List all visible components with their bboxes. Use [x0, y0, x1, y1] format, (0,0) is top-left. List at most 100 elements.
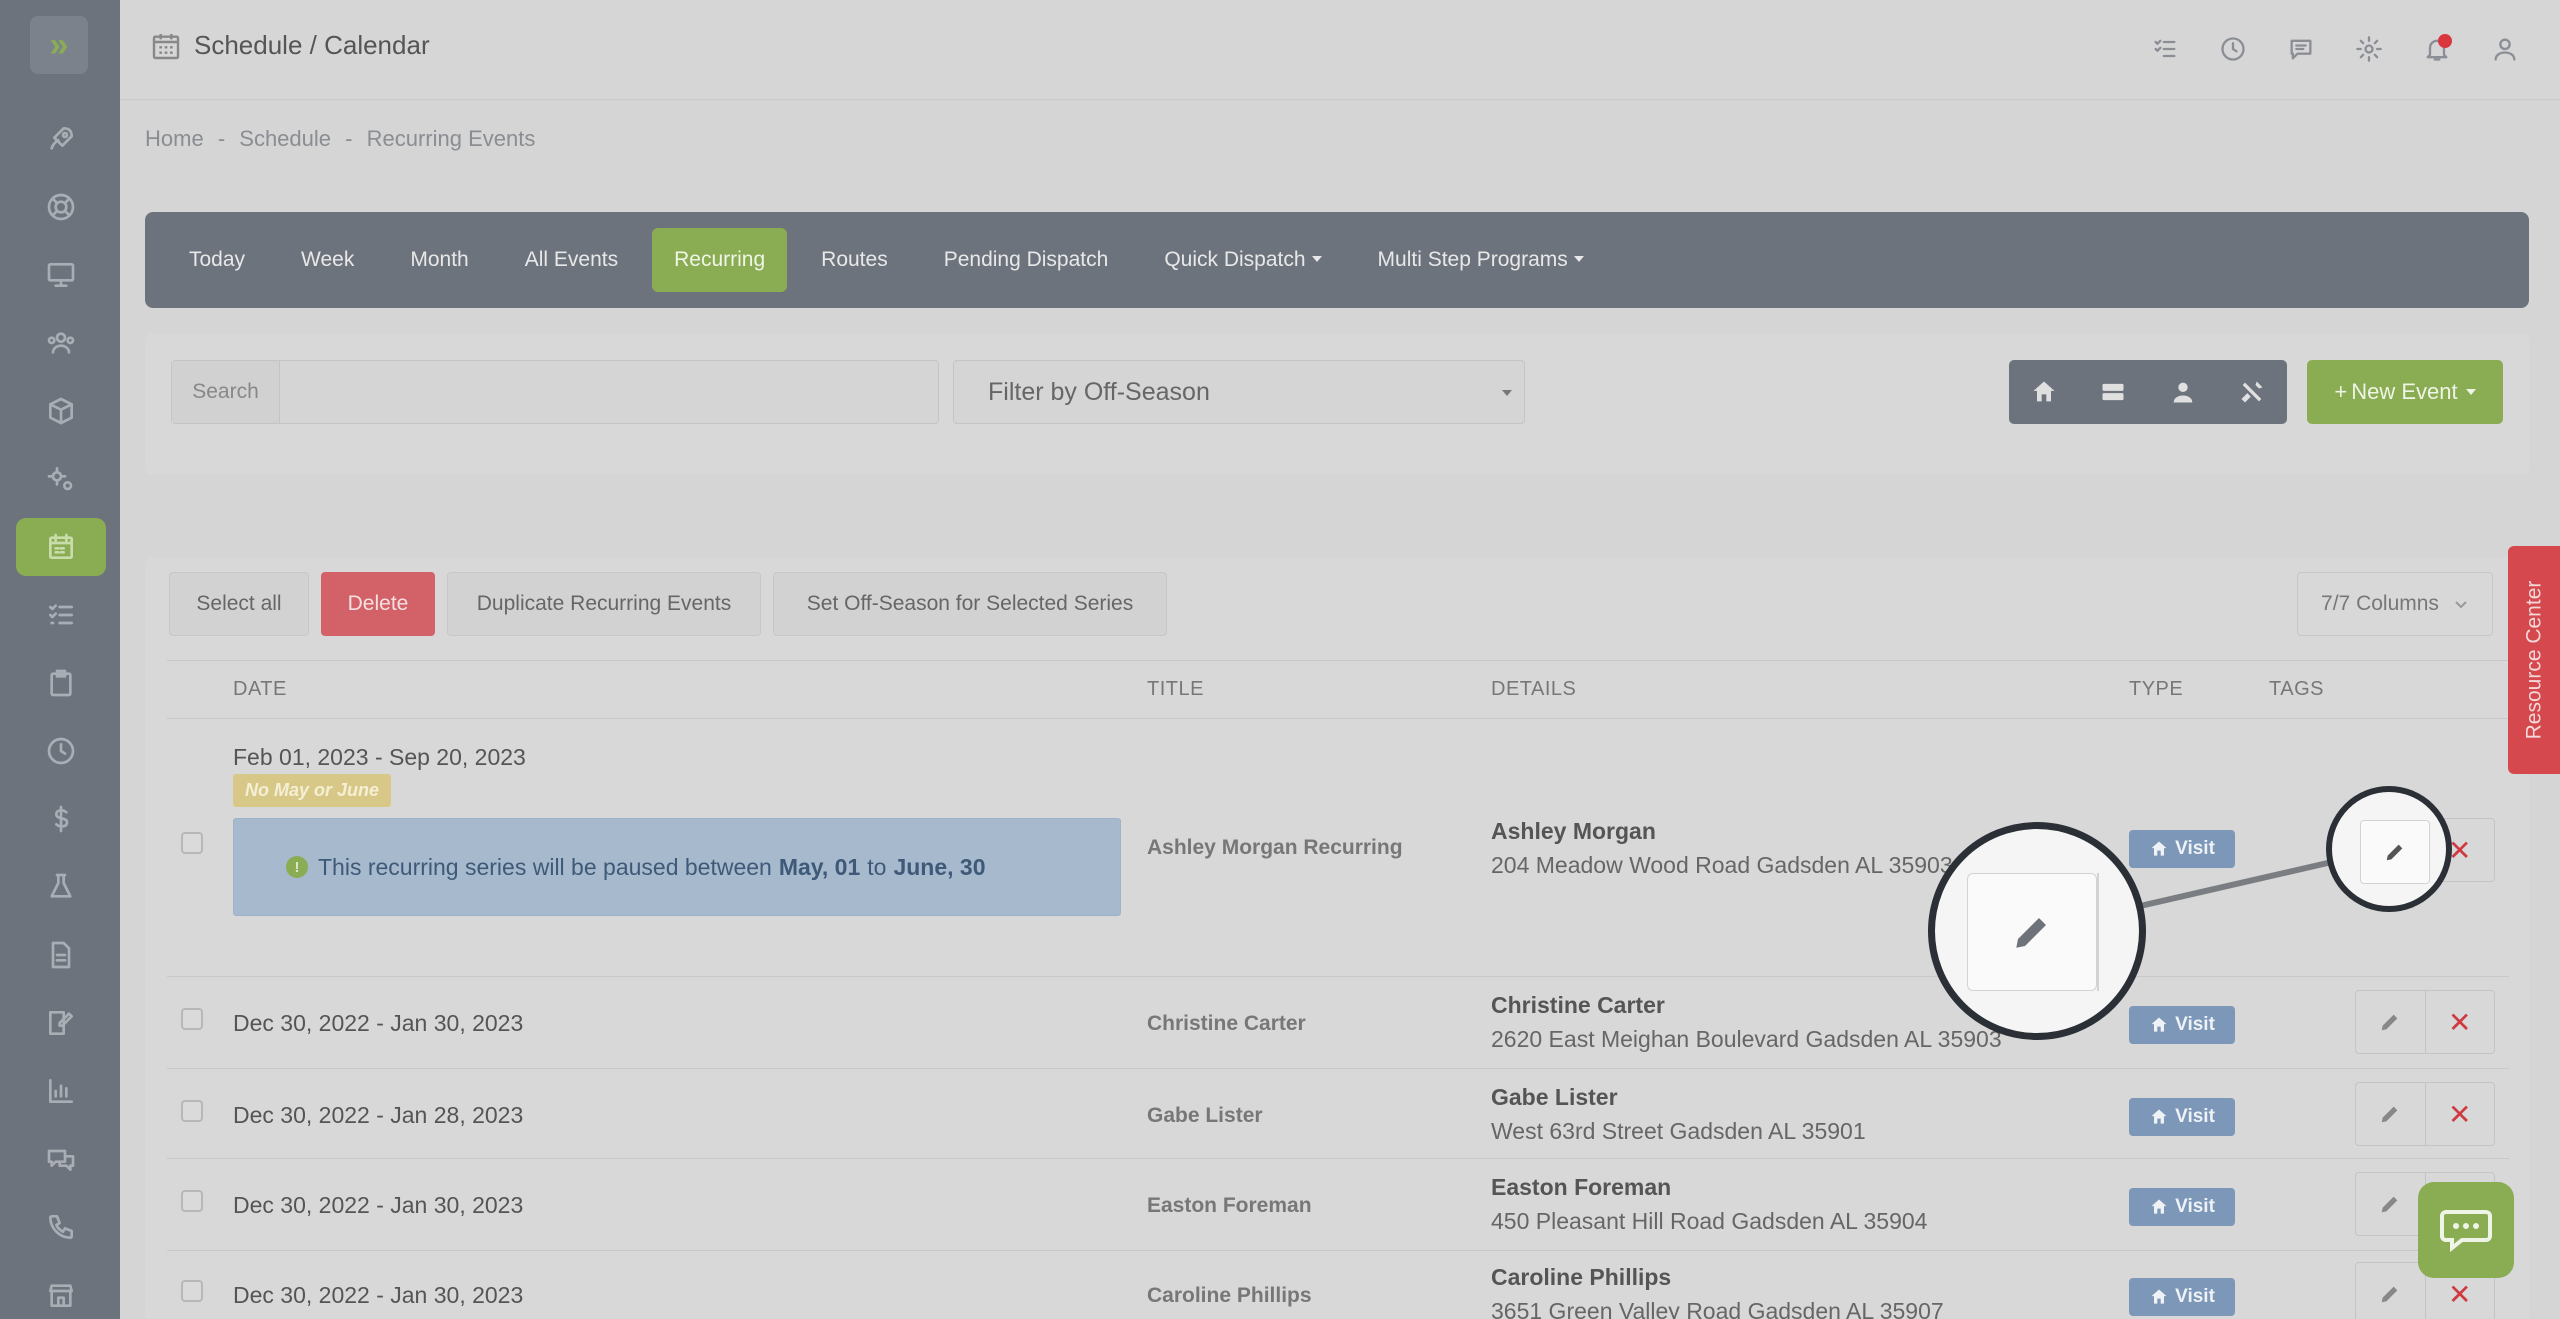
row-title[interactable]: Caroline Phillips: [1147, 1284, 1312, 1308]
edit-button[interactable]: [2356, 1263, 2426, 1319]
edit-button[interactable]: [2356, 991, 2426, 1053]
set-offseason-button[interactable]: Set Off-Season for Selected Series: [773, 572, 1167, 636]
type-badge-label: Visit: [2175, 838, 2215, 859]
row-title[interactable]: Christine Carter: [1147, 1012, 1306, 1036]
box-icon[interactable]: [16, 382, 106, 440]
user-icon[interactable]: [2169, 378, 2197, 406]
notice-prefix: This recurring series will be paused bet…: [318, 853, 772, 880]
delete-row-button[interactable]: ✕: [2426, 991, 2495, 1053]
row-date: Feb 01, 2023 - Sep 20, 2023: [233, 744, 526, 770]
pencil-icon: [2386, 844, 2403, 861]
tab-pending-dispatch[interactable]: Pending Dispatch: [922, 228, 1131, 292]
task-list-icon[interactable]: [2150, 34, 2180, 64]
clipboard-icon[interactable]: [16, 654, 106, 712]
home-icon: [2151, 1017, 2167, 1032]
user-icon[interactable]: [2490, 34, 2520, 64]
new-event-button[interactable]: + New Event: [2307, 360, 2503, 424]
breadcrumb-home[interactable]: Home: [145, 126, 204, 151]
tab-month[interactable]: Month: [388, 228, 490, 292]
delete-button[interactable]: Delete: [321, 572, 435, 636]
task-list-icon[interactable]: [16, 586, 106, 644]
row-checkbox[interactable]: [181, 1008, 203, 1030]
row-customer-name[interactable]: Christine Carter: [1491, 992, 1665, 1019]
resource-center-label: Resource Center: [2522, 580, 2545, 740]
message-icon[interactable]: [2286, 34, 2316, 64]
breadcrumb-separator: -: [345, 126, 353, 151]
notice-end: June, 30: [893, 853, 986, 880]
row-customer-name[interactable]: Gabe Lister: [1491, 1084, 1618, 1111]
phone-icon[interactable]: [16, 1198, 106, 1256]
calendar-icon: [152, 34, 180, 60]
row-title[interactable]: Gabe Lister: [1147, 1104, 1263, 1128]
resource-center-tab[interactable]: Resource Center: [2508, 546, 2560, 774]
lifebuoy-icon[interactable]: [16, 178, 106, 236]
dollar-icon[interactable]: [16, 790, 106, 848]
row-title[interactable]: Easton Foreman: [1147, 1194, 1312, 1218]
column-header-title[interactable]: TITLE: [1147, 678, 1204, 701]
column-header-details[interactable]: DETAILS: [1491, 678, 1576, 701]
edit-button[interactable]: [2356, 1083, 2426, 1145]
view-toggle-group: [2009, 360, 2287, 424]
zoom-callout-target[interactable]: [2326, 786, 2452, 912]
column-header-date[interactable]: DATE: [233, 678, 287, 701]
calendar-icon[interactable]: [16, 518, 106, 576]
comments-icon[interactable]: [16, 1130, 106, 1188]
flask-icon[interactable]: [16, 858, 106, 916]
tab-all-events[interactable]: All Events: [503, 228, 640, 292]
notice-start: May, 01: [778, 853, 861, 880]
search-label: Search: [172, 361, 280, 423]
row-customer-name[interactable]: Ashley Morgan: [1491, 818, 1656, 845]
delete-row-button[interactable]: ✕: [2426, 1083, 2495, 1145]
gears-icon[interactable]: [16, 450, 106, 508]
tab-week[interactable]: Week: [279, 228, 376, 292]
tab-quick-dispatch[interactable]: Quick Dispatch: [1142, 228, 1343, 292]
row-checkbox[interactable]: [181, 1280, 203, 1302]
column-header-type[interactable]: TYPE: [2129, 678, 2183, 701]
chat-widget-button[interactable]: [2418, 1182, 2514, 1278]
column-header-tags[interactable]: TAGS: [2269, 678, 2324, 701]
row-customer-name[interactable]: Caroline Phillips: [1491, 1264, 1671, 1291]
clock-icon[interactable]: [2218, 34, 2248, 64]
store-icon[interactable]: [16, 1266, 106, 1319]
row-checkbox[interactable]: [181, 832, 203, 854]
row-customer-name[interactable]: Easton Foreman: [1491, 1174, 1671, 1201]
table-row: Feb 01, 2023 - Sep 20, 2023 No May or Ju…: [145, 718, 2529, 964]
duplicate-recurring-events-button[interactable]: Duplicate Recurring Events: [447, 572, 761, 636]
edit-button[interactable]: [2356, 1173, 2426, 1235]
breadcrumb-schedule[interactable]: Schedule: [239, 126, 331, 151]
row-title[interactable]: Ashley Morgan Recurring: [1147, 836, 1403, 860]
monitor-icon[interactable]: [16, 246, 106, 304]
tab-multi-step-programs[interactable]: Multi Step Programs: [1356, 228, 1606, 292]
offseason-filter-select[interactable]: Filter by Off-Season: [953, 360, 1525, 424]
tab-recurring[interactable]: Recurring: [652, 228, 788, 292]
highlighted-edit-button[interactable]: [2360, 820, 2430, 884]
columns-toggle-button[interactable]: 7/7 Columns: [2297, 572, 2493, 636]
expand-sidebar-icon[interactable]: »: [30, 16, 88, 74]
tab-routes[interactable]: Routes: [799, 228, 910, 292]
bell-icon[interactable]: [2422, 34, 2452, 64]
tab-today[interactable]: Today: [167, 228, 267, 292]
search-group: Search: [171, 360, 939, 424]
row-checkbox[interactable]: [181, 1100, 203, 1122]
row-checkbox[interactable]: [181, 1190, 203, 1212]
type-badge: Visit: [2129, 830, 2235, 868]
home-icon: [2151, 1109, 2167, 1124]
chart-icon[interactable]: [16, 1062, 106, 1120]
signature-icon[interactable]: [16, 994, 106, 1052]
clock-icon[interactable]: [16, 722, 106, 780]
home-icon[interactable]: [2030, 378, 2058, 406]
table-row: Dec 30, 2022 - Jan 30, 2023 Caroline Phi…: [145, 1250, 2529, 1319]
users-icon[interactable]: [16, 314, 106, 372]
columns-label: 7/7 Columns: [2321, 592, 2439, 615]
tools-icon[interactable]: [2238, 378, 2266, 406]
document-icon[interactable]: [16, 926, 106, 984]
search-input[interactable]: [280, 361, 938, 423]
select-all-button[interactable]: Select all: [169, 572, 309, 636]
gear-icon[interactable]: [2354, 34, 2384, 64]
type-badge: Visit: [2129, 1098, 2235, 1136]
magnified-edit-button: [1967, 873, 2097, 991]
rocket-icon[interactable]: [16, 110, 106, 168]
server-icon[interactable]: [2099, 378, 2127, 406]
home-icon: [2151, 1289, 2167, 1304]
row-date: Dec 30, 2022 - Jan 28, 2023: [233, 1102, 524, 1128]
